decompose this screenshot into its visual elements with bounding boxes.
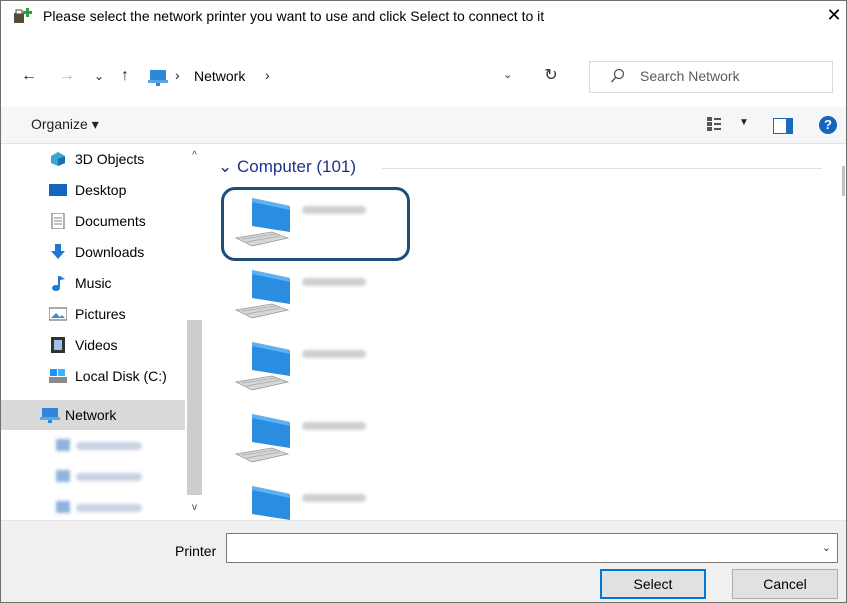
sidebar-item-pictures[interactable]: Pictures — [1, 299, 185, 329]
title-bar: Please select the network printer you wa… — [1, 1, 846, 31]
sidebar-item-label: Documents — [75, 213, 146, 229]
sidebar-item-local-disk[interactable]: Local Disk (C:) — [1, 361, 185, 391]
network-icon — [148, 70, 168, 86]
sidebar-item-label: 3D Objects — [75, 151, 145, 167]
printer-combobox[interactable]: ⌄ — [226, 533, 838, 563]
computer-icon — [56, 439, 70, 451]
sidebar-item-network[interactable]: Network — [1, 400, 185, 430]
refresh-button[interactable]: ↻ — [541, 65, 561, 87]
file-list-pane: ⌄ Computer (101) — [204, 144, 846, 520]
sidebar-item-label: Pictures — [75, 306, 126, 322]
chevron-down-icon[interactable]: ⌄ — [822, 541, 831, 554]
forward-button[interactable]: → — [57, 65, 77, 87]
computer-icon[interactable] — [232, 480, 292, 520]
redacted-computer-name — [76, 504, 142, 512]
sidebar-item-music[interactable]: Music — [1, 268, 185, 298]
computer-icon — [56, 501, 70, 513]
help-icon[interactable]: ? — [819, 116, 837, 134]
cancel-button[interactable]: Cancel — [732, 569, 838, 599]
organize-menu-button[interactable]: Organize ▾ — [31, 116, 99, 133]
dialog-footer: Printer ⌄ Select Cancel — [1, 520, 846, 602]
search-placeholder: Search Network — [640, 68, 740, 84]
sidebar-item-label: Music — [75, 275, 112, 291]
recent-locations-button[interactable]: ⌄ — [89, 65, 109, 87]
address-dropdown-button[interactable]: ⌄ — [503, 68, 512, 81]
redacted-computer-name[interactable] — [302, 494, 366, 502]
computer-icon[interactable] — [232, 192, 292, 250]
sidebar-item-label: Local Disk (C:) — [75, 368, 167, 384]
sidebar-item-label: Network — [65, 407, 117, 423]
navigation-pane: 3D Objects Desktop Documents Downloads M… — [1, 144, 204, 520]
scroll-down-arrow[interactable]: v — [185, 502, 204, 513]
window-title: Please select the network printer you wa… — [43, 8, 545, 24]
sidebar-scrollbar[interactable]: ^ v — [185, 144, 204, 520]
group-header-label: Computer (101) — [236, 157, 357, 176]
group-divider — [382, 168, 822, 169]
sidebar-item-network-computer[interactable] — [1, 462, 185, 492]
file-list-scrollbar[interactable] — [827, 144, 846, 520]
sidebar-item-label: Downloads — [75, 244, 145, 260]
command-bar: Organize ▾ ▼ ? — [1, 107, 846, 144]
sidebar-item-videos[interactable]: Videos — [1, 330, 185, 360]
redacted-computer-name — [76, 442, 142, 450]
breadcrumb-network[interactable]: Network — [194, 68, 245, 84]
sidebar-item-desktop[interactable]: Desktop — [1, 175, 185, 205]
sidebar-item-label: Videos — [75, 337, 118, 353]
computer-icon[interactable] — [232, 264, 292, 322]
sidebar-item-documents[interactable]: Documents — [1, 206, 185, 236]
close-button[interactable]: ✕ — [822, 1, 846, 31]
view-options-dropdown[interactable]: ▼ — [739, 117, 749, 128]
sidebar-item-network-computer[interactable] — [1, 431, 185, 461]
computer-icon — [56, 470, 70, 482]
search-icon — [610, 68, 625, 83]
redacted-computer-name[interactable] — [302, 278, 366, 286]
scrollbar-thumb[interactable] — [842, 166, 845, 196]
sidebar-item-3d-objects[interactable]: 3D Objects — [1, 144, 185, 174]
add-printer-icon — [14, 8, 32, 23]
navigation-bar: ← → ⌄ ↑ › Network › ⌄ ↻ Search Network — [1, 59, 846, 93]
network-icon — [40, 408, 60, 423]
scroll-up-arrow[interactable]: ^ — [185, 150, 204, 161]
desktop-icon — [49, 184, 67, 196]
computer-icon[interactable] — [232, 336, 292, 394]
sidebar-item-label: Desktop — [75, 182, 127, 198]
3d-objects-icon — [51, 152, 65, 166]
preview-pane-icon[interactable] — [773, 118, 793, 134]
pictures-icon — [49, 307, 67, 321]
change-view-icon[interactable] — [706, 116, 722, 132]
printer-select-dialog: Please select the network printer you wa… — [0, 0, 847, 603]
search-box[interactable]: Search Network — [589, 61, 833, 93]
up-button[interactable]: ↑ — [115, 65, 135, 87]
breadcrumb-separator[interactable]: › — [265, 67, 270, 83]
sidebar-item-downloads[interactable]: Downloads — [1, 237, 185, 267]
redacted-computer-name[interactable] — [302, 422, 366, 430]
address-bar[interactable]: › Network › ⌄ — [138, 62, 531, 92]
redacted-computer-name[interactable] — [302, 206, 366, 214]
music-icon — [52, 276, 65, 291]
printer-label: Printer — [175, 543, 217, 559]
redacted-computer-name — [76, 473, 142, 481]
documents-icon — [51, 213, 65, 229]
computer-icon[interactable] — [232, 408, 292, 466]
scrollbar-thumb[interactable] — [187, 320, 202, 495]
chevron-down-icon: ⌄ — [218, 157, 233, 176]
sidebar-item-network-computer[interactable] — [1, 493, 185, 523]
breadcrumb-separator[interactable]: › — [175, 67, 180, 83]
disk-icon — [49, 369, 67, 383]
group-header[interactable]: ⌄ Computer (101) — [218, 157, 356, 177]
select-button[interactable]: Select — [600, 569, 706, 599]
redacted-computer-name[interactable] — [302, 350, 366, 358]
videos-icon — [51, 337, 65, 353]
back-button[interactable]: ← — [19, 65, 39, 87]
downloads-icon — [51, 244, 65, 259]
